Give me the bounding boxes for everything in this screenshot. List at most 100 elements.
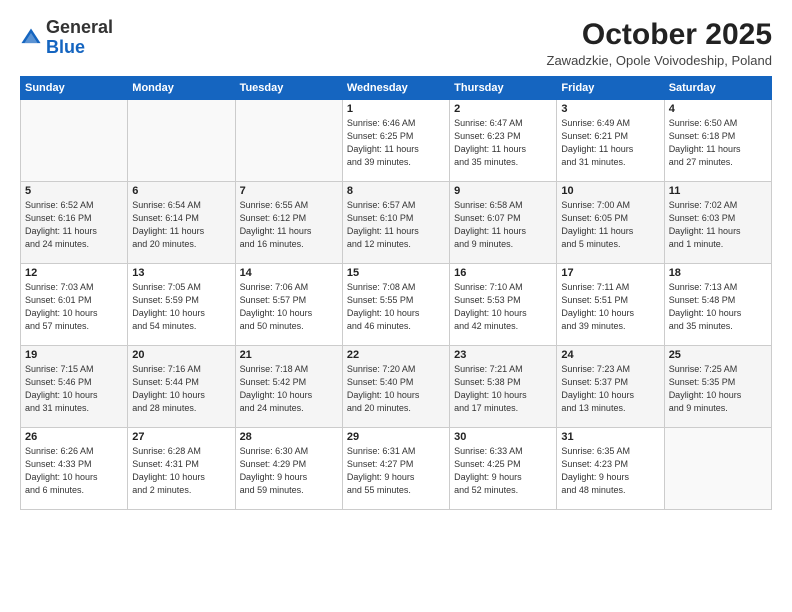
calendar-cell: 29 Sunrise: 6:31 AM Sunset: 4:27 PM Dayli… [342,428,449,510]
calendar-week-row: 26 Sunrise: 6:26 AM Sunset: 4:33 PM Dayli… [21,428,772,510]
calendar-cell: 3 Sunrise: 6:49 AM Sunset: 6:21 PM Daylig… [557,100,664,182]
logo-icon [20,27,42,49]
day-info: Sunrise: 7:13 AM Sunset: 5:48 PM Dayligh… [669,281,767,333]
calendar-cell: 28Sunrise: 6:30 AM Sunset: 4:29 PM Dayli… [235,428,342,510]
calendar-cell [235,100,342,182]
day-number: 24 [561,349,659,361]
calendar-cell: 22 Sunrise: 7:20 AM Sunset: 5:40 PM Dayli… [342,346,449,428]
calendar-cell: 17 Sunrise: 7:11 AM Sunset: 5:51 PM Dayli… [557,264,664,346]
weekday-header: Thursday [450,77,557,100]
day-info: Sunrise: 6:26 AM Sunset: 4:33 PM Dayligh… [25,445,123,497]
day-number: 21 [240,349,338,361]
calendar-cell: 12Sunrise: 7:03 AM Sunset: 6:01 PM Dayli… [21,264,128,346]
day-info: Sunrise: 6:47 AM Sunset: 6:23 PM Dayligh… [454,117,552,169]
day-number: 25 [669,349,767,361]
month-title: October 2025 [547,18,772,51]
day-info: Sunrise: 6:46 AM Sunset: 6:25 PM Dayligh… [347,117,445,169]
weekday-header: Friday [557,77,664,100]
calendar-cell: 6Sunrise: 6:54 AM Sunset: 6:14 PM Daylig… [128,182,235,264]
calendar-cell: 9Sunrise: 6:58 AM Sunset: 6:07 PM Daylig… [450,182,557,264]
page: General Blue October 2025 Zawadzkie, Opo… [0,0,792,612]
calendar-cell [664,428,771,510]
calendar-cell: 15 Sunrise: 7:08 AM Sunset: 5:55 PM Dayli… [342,264,449,346]
weekday-header: Saturday [664,77,771,100]
day-info: Sunrise: 7:16 AM Sunset: 5:44 PM Dayligh… [132,363,230,415]
calendar-cell: 21Sunrise: 7:18 AM Sunset: 5:42 PM Dayli… [235,346,342,428]
day-number: 14 [240,267,338,279]
calendar-cell: 31 Sunrise: 6:35 AM Sunset: 4:23 PM Dayli… [557,428,664,510]
day-number: 3 [561,103,659,115]
day-number: 26 [25,431,123,443]
calendar-cell: 4 Sunrise: 6:50 AM Sunset: 6:18 PM Daylig… [664,100,771,182]
calendar-cell [21,100,128,182]
calendar-cell: 24 Sunrise: 7:23 AM Sunset: 5:37 PM Dayli… [557,346,664,428]
day-info: Sunrise: 7:15 AM Sunset: 5:46 PM Dayligh… [25,363,123,415]
day-info: Sunrise: 7:10 AM Sunset: 5:53 PM Dayligh… [454,281,552,333]
day-number: 23 [454,349,552,361]
calendar-cell: 18 Sunrise: 7:13 AM Sunset: 5:48 PM Dayli… [664,264,771,346]
day-info: Sunrise: 7:00 AM Sunset: 6:05 PM Dayligh… [561,199,659,251]
logo-general: General [46,17,113,37]
calendar-cell: 16 Sunrise: 7:10 AM Sunset: 5:53 PM Dayli… [450,264,557,346]
calendar-week-row: 1Sunrise: 6:46 AM Sunset: 6:25 PM Daylig… [21,100,772,182]
calendar-cell: 5Sunrise: 6:52 AM Sunset: 6:16 PM Daylig… [21,182,128,264]
day-number: 31 [561,431,659,443]
day-info: Sunrise: 7:23 AM Sunset: 5:37 PM Dayligh… [561,363,659,415]
calendar-cell: 20 Sunrise: 7:16 AM Sunset: 5:44 PM Dayli… [128,346,235,428]
calendar-cell: 14Sunrise: 7:06 AM Sunset: 5:57 PM Dayli… [235,264,342,346]
day-info: Sunrise: 7:11 AM Sunset: 5:51 PM Dayligh… [561,281,659,333]
day-number: 9 [454,185,552,197]
calendar-cell: 30Sunrise: 6:33 AM Sunset: 4:25 PM Dayli… [450,428,557,510]
day-info: Sunrise: 6:50 AM Sunset: 6:18 PM Dayligh… [669,117,767,169]
calendar-cell: 26 Sunrise: 6:26 AM Sunset: 4:33 PM Dayli… [21,428,128,510]
title-block: October 2025 Zawadzkie, Opole Voivodeshi… [547,18,772,68]
calendar-week-row: 12Sunrise: 7:03 AM Sunset: 6:01 PM Dayli… [21,264,772,346]
logo-blue: Blue [46,37,85,57]
day-info: Sunrise: 6:49 AM Sunset: 6:21 PM Dayligh… [561,117,659,169]
day-number: 17 [561,267,659,279]
weekday-header: Wednesday [342,77,449,100]
day-info: Sunrise: 7:20 AM Sunset: 5:40 PM Dayligh… [347,363,445,415]
calendar-cell: 25 Sunrise: 7:25 AM Sunset: 5:35 PM Dayli… [664,346,771,428]
calendar-cell: 8 Sunrise: 6:57 AM Sunset: 6:10 PM Daylig… [342,182,449,264]
calendar-cell: 2 Sunrise: 6:47 AM Sunset: 6:23 PM Daylig… [450,100,557,182]
calendar-week-row: 5Sunrise: 6:52 AM Sunset: 6:16 PM Daylig… [21,182,772,264]
logo: General Blue [20,18,113,58]
day-number: 20 [132,349,230,361]
day-info: Sunrise: 7:08 AM Sunset: 5:55 PM Dayligh… [347,281,445,333]
day-info: Sunrise: 6:31 AM Sunset: 4:27 PM Dayligh… [347,445,445,497]
day-info: Sunrise: 6:35 AM Sunset: 4:23 PM Dayligh… [561,445,659,497]
weekday-header: Tuesday [235,77,342,100]
day-number: 7 [240,185,338,197]
day-info: Sunrise: 7:21 AM Sunset: 5:38 PM Dayligh… [454,363,552,415]
day-info: Sunrise: 7:25 AM Sunset: 5:35 PM Dayligh… [669,363,767,415]
calendar-cell: 10 Sunrise: 7:00 AM Sunset: 6:05 PM Dayli… [557,182,664,264]
calendar-table: SundayMondayTuesdayWednesdayThursdayFrid… [20,76,772,510]
day-number: 29 [347,431,445,443]
calendar-cell: 11Sunrise: 7:02 AM Sunset: 6:03 PM Dayli… [664,182,771,264]
day-number: 4 [669,103,767,115]
day-info: Sunrise: 6:30 AM Sunset: 4:29 PM Dayligh… [240,445,338,497]
day-number: 2 [454,103,552,115]
day-number: 18 [669,267,767,279]
calendar-cell: 7Sunrise: 6:55 AM Sunset: 6:12 PM Daylig… [235,182,342,264]
calendar-cell: 19Sunrise: 7:15 AM Sunset: 5:46 PM Dayli… [21,346,128,428]
day-number: 15 [347,267,445,279]
calendar-cell: 13 Sunrise: 7:05 AM Sunset: 5:59 PM Dayli… [128,264,235,346]
day-number: 22 [347,349,445,361]
day-info: Sunrise: 6:57 AM Sunset: 6:10 PM Dayligh… [347,199,445,251]
day-info: Sunrise: 7:03 AM Sunset: 6:01 PM Dayligh… [25,281,123,333]
day-number: 27 [132,431,230,443]
calendar-week-row: 19Sunrise: 7:15 AM Sunset: 5:46 PM Dayli… [21,346,772,428]
day-number: 6 [132,185,230,197]
day-number: 16 [454,267,552,279]
day-info: Sunrise: 6:52 AM Sunset: 6:16 PM Dayligh… [25,199,123,251]
day-number: 8 [347,185,445,197]
calendar-cell: 1Sunrise: 6:46 AM Sunset: 6:25 PM Daylig… [342,100,449,182]
day-number: 11 [669,185,767,197]
calendar-cell: 27Sunrise: 6:28 AM Sunset: 4:31 PM Dayli… [128,428,235,510]
weekday-header: Sunday [21,77,128,100]
day-number: 13 [132,267,230,279]
day-info: Sunrise: 7:05 AM Sunset: 5:59 PM Dayligh… [132,281,230,333]
day-number: 10 [561,185,659,197]
